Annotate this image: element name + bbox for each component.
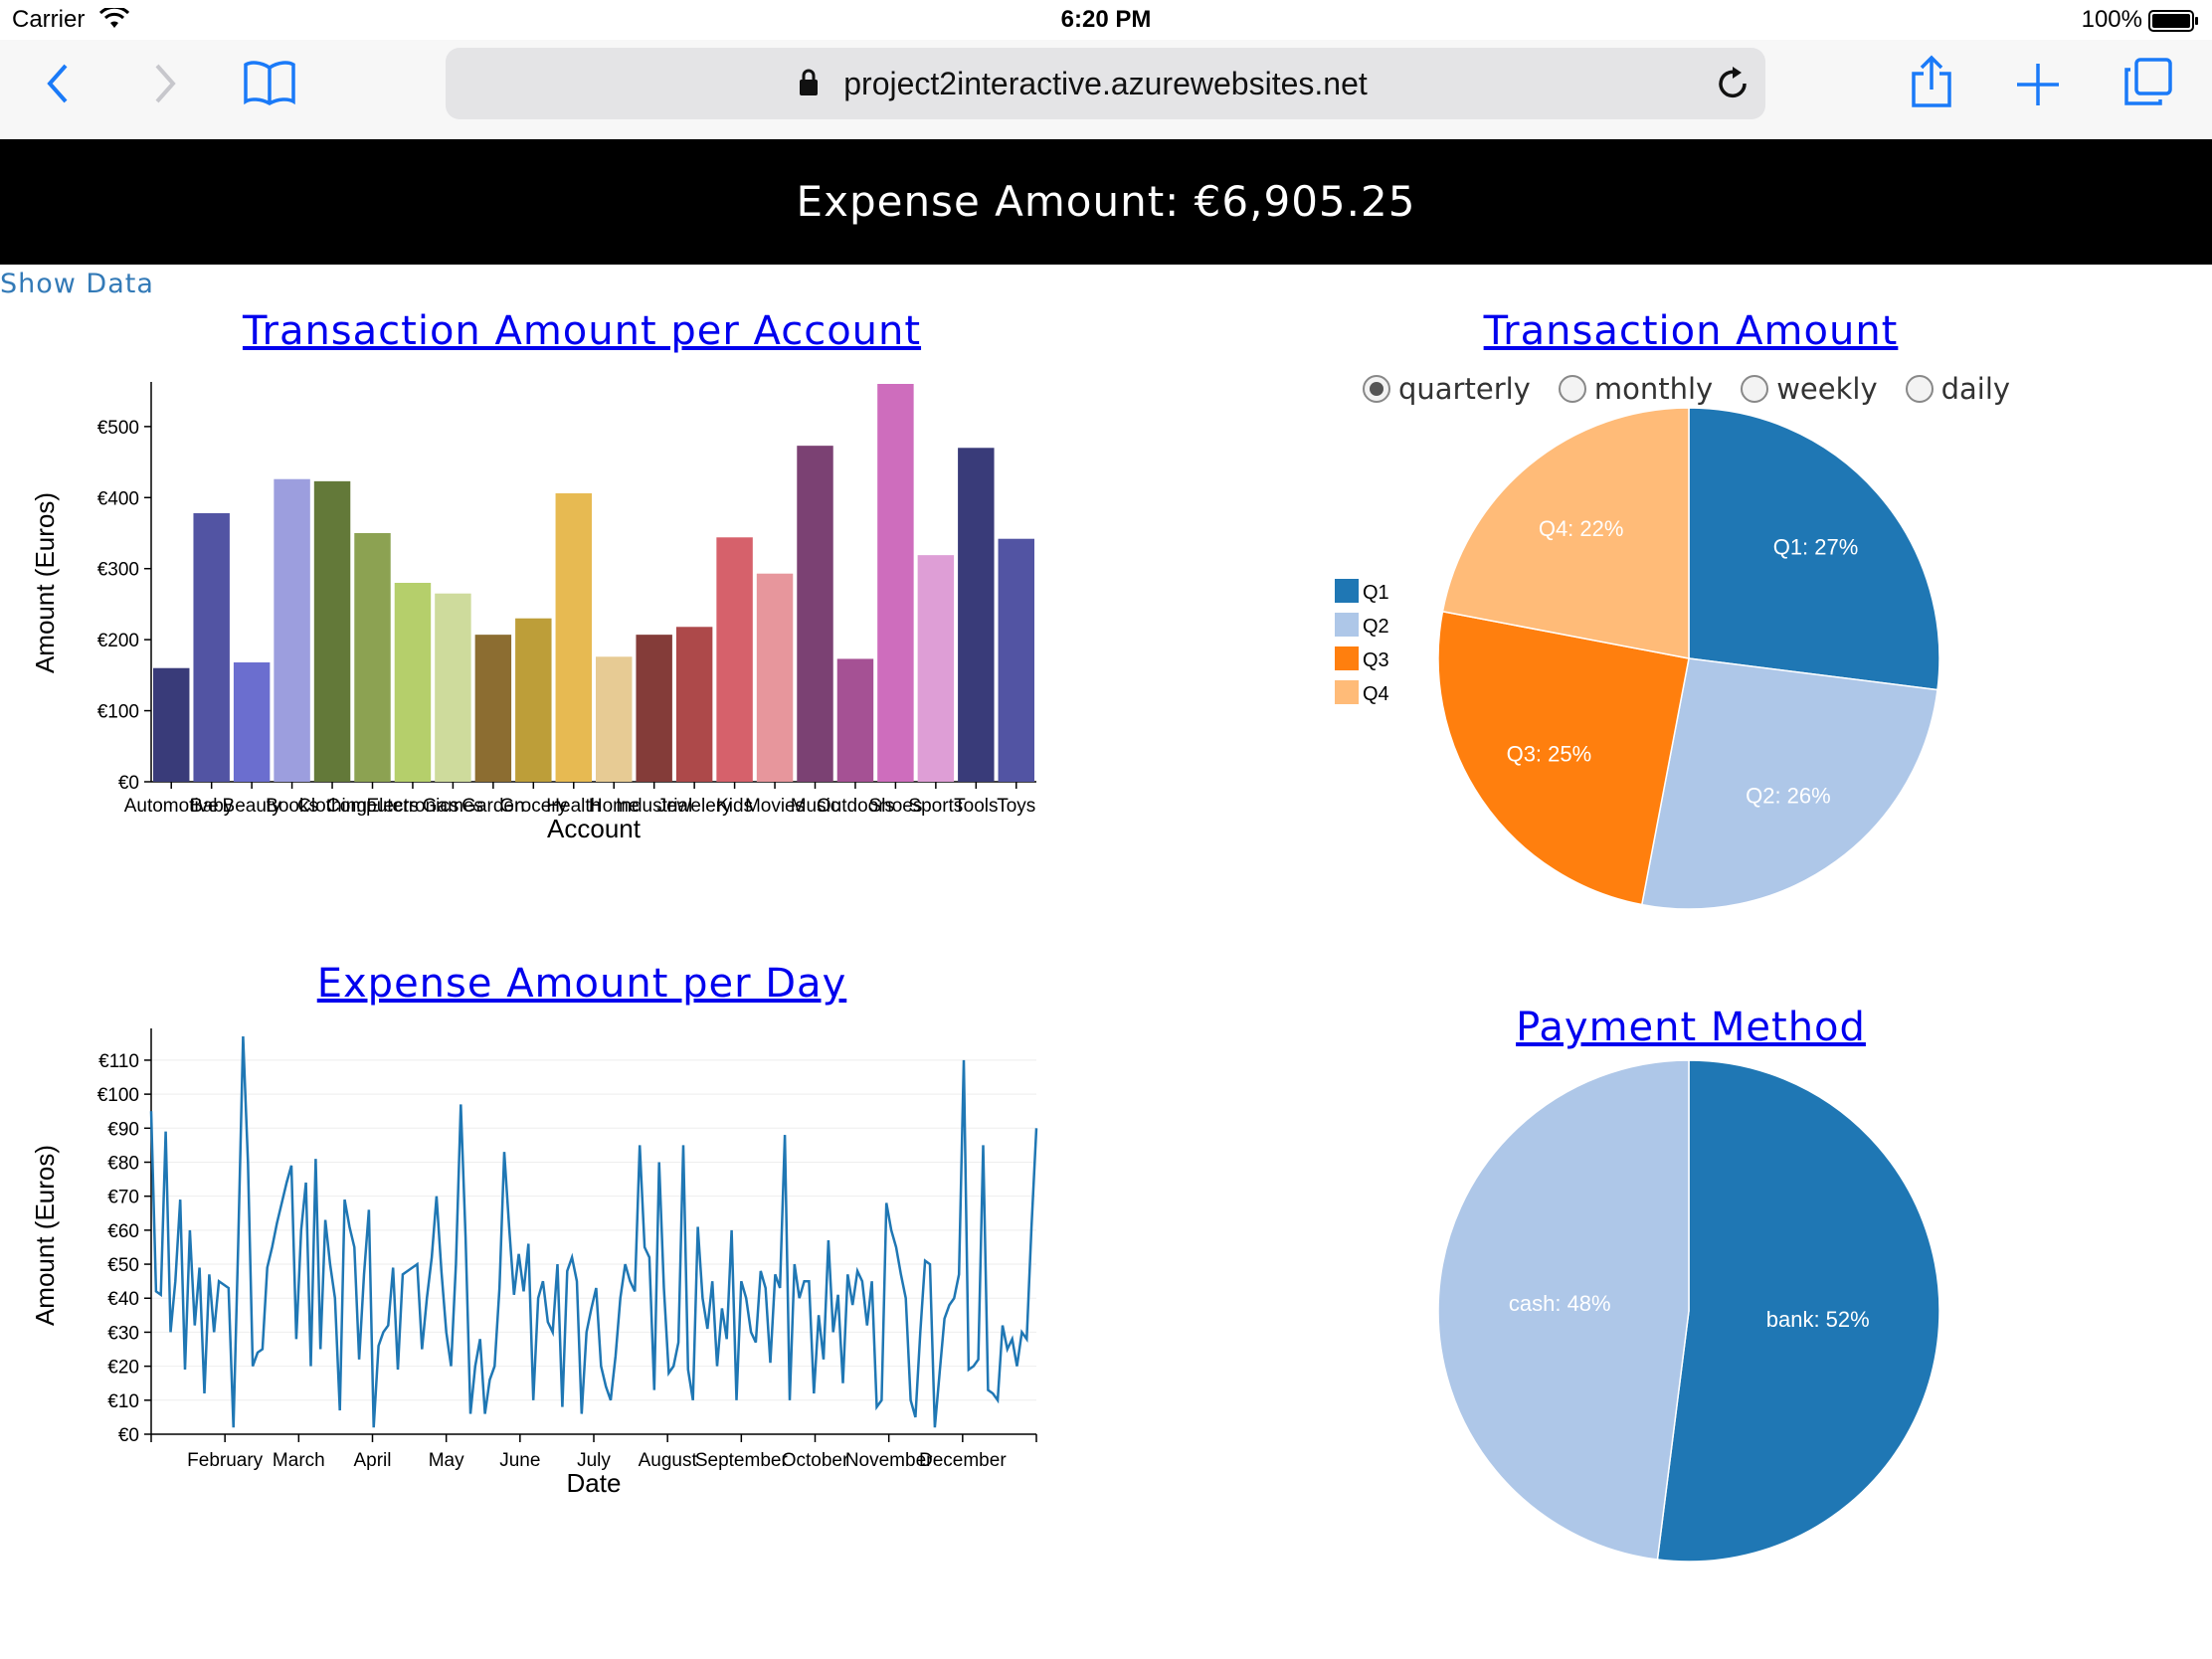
bar-beauty[interactable] [233, 662, 271, 782]
y-tick-label: €80 [107, 1153, 139, 1174]
x-axis-title: Date [567, 1468, 622, 1498]
y-tick-label: €100 [97, 702, 139, 723]
bar-health[interactable] [555, 493, 592, 782]
y-tick-label: €90 [107, 1119, 139, 1140]
share-icon[interactable] [1910, 54, 1953, 109]
bar-clothing[interactable] [313, 480, 351, 782]
legend-swatch-q3 [1335, 646, 1359, 670]
bar-kids[interactable] [716, 537, 753, 782]
x-tick-label: June [499, 1450, 540, 1471]
y-tick-label: €110 [98, 1051, 139, 1072]
legend-swatch-q2 [1335, 613, 1359, 637]
y-tick-label: €300 [97, 560, 139, 581]
show-data-link[interactable]: Show Data [0, 269, 154, 299]
bar-sports[interactable] [917, 555, 955, 782]
x-tick-label: March [273, 1450, 325, 1471]
status-bar: Carrier 6:20 PM 100% [0, 0, 2212, 40]
bar-outdoors[interactable] [836, 658, 874, 782]
battery-percent: 100% [2081, 6, 2142, 33]
quarter-slice-label: Q2: 26% [1746, 784, 1831, 809]
clock: 6:20 PM [1060, 6, 1152, 33]
url-text: project2interactive.azurewebsites.net [843, 66, 1368, 101]
y-tick-label: €70 [107, 1188, 139, 1208]
quarter-slice-label: Q1: 27% [1773, 535, 1859, 560]
bar-computers[interactable] [354, 533, 391, 782]
x-axis-title: Account [547, 814, 642, 843]
y-tick-label: €0 [118, 773, 139, 794]
bar-jewelery[interactable] [675, 627, 713, 782]
bar-movies[interactable] [756, 573, 794, 782]
y-tick-label: €0 [118, 1425, 139, 1446]
payment-pie-chart: bank: 52% cash: 48% [1437, 1059, 1940, 1563]
battery-icon [2148, 10, 2198, 32]
y-tick-label: €60 [107, 1221, 139, 1242]
browser-toolbar: project2interactive.azurewebsites.net [0, 40, 2212, 140]
line-chart-title[interactable]: Expense Amount per Day [149, 961, 1014, 1007]
tabs-icon[interactable] [2122, 56, 2174, 107]
y-axis-title: Amount (Euros) [30, 492, 60, 673]
address-bar[interactable]: project2interactive.azurewebsites.net [446, 48, 1765, 119]
bar-books[interactable] [274, 478, 310, 782]
back-icon[interactable] [44, 62, 72, 105]
bar-automotive[interactable] [153, 667, 190, 782]
y-tick-label: €30 [107, 1323, 139, 1344]
expense-total-banner: Expense Amount: €6,905.25 [0, 139, 2212, 265]
payment-slice-label: bank: 52% [1766, 1307, 1870, 1332]
quarter-pie-title[interactable]: Transaction Amount [1392, 308, 1989, 354]
legend-swatch-q1 [1335, 579, 1359, 603]
quarter-slice-label: Q4: 22% [1539, 516, 1624, 541]
bar-grocery[interactable] [515, 618, 552, 782]
y-axis-title: Amount (Euros) [30, 1145, 60, 1326]
legend-label: Q1 [1363, 582, 1389, 604]
x-tick-label: Toys [997, 796, 1035, 817]
bar-garden[interactable] [474, 635, 512, 782]
x-tick-label: Tools [954, 796, 998, 817]
x-tick-label: February [187, 1450, 264, 1471]
x-tick-label: April [353, 1450, 391, 1471]
y-tick-label: €400 [97, 488, 139, 509]
x-tick-label: December [919, 1450, 1007, 1471]
legend-label: Q2 [1363, 616, 1389, 638]
bar-electronics[interactable] [394, 583, 432, 782]
x-tick-label: August [639, 1450, 698, 1471]
quarter-slice-label: Q3: 25% [1507, 742, 1592, 767]
x-tick-label: October [782, 1450, 849, 1471]
bar-shoes[interactable] [877, 384, 914, 782]
quarter-pie-chart: Q1: 27% Q2: 26% Q3: 25% Q4: 22% Q1 Q2 Q3 Q4 [1335, 407, 1940, 910]
legend-label: Q4 [1363, 683, 1389, 705]
bar-games[interactable] [435, 593, 471, 782]
y-tick-label: €20 [107, 1358, 139, 1379]
x-tick-label: May [429, 1450, 464, 1471]
bar-chart: €0€100€200€300€400€500AutomotiveBabyBeau… [30, 382, 1036, 843]
bar-music[interactable] [797, 446, 833, 782]
new-tab-icon[interactable] [2015, 62, 2061, 107]
reload-icon[interactable] [1715, 64, 1751, 101]
y-tick-label: €500 [97, 418, 139, 439]
y-tick-label: €200 [97, 631, 139, 651]
x-tick-label: September [695, 1450, 789, 1471]
bar-chart-title[interactable]: Transaction Amount per Account [149, 308, 1014, 354]
y-tick-label: €50 [107, 1255, 139, 1276]
legend-swatch-q4 [1335, 680, 1359, 704]
bookmarks-icon[interactable] [243, 60, 296, 105]
y-tick-label: €40 [107, 1289, 139, 1310]
bar-baby[interactable] [193, 513, 230, 782]
y-tick-label: €100 [97, 1085, 139, 1106]
radio-label: daily [1940, 372, 2011, 406]
legend-label: Q3 [1363, 649, 1389, 671]
bar-home[interactable] [596, 656, 633, 782]
bar-tools[interactable] [958, 448, 995, 782]
y-tick-label: €10 [107, 1391, 139, 1412]
line-chart: €0 €10 €20 €30 €40 €50 €60 €70 €80 €90 €100 €110 Feb… [30, 1028, 1038, 1498]
bar-industrial[interactable] [636, 635, 672, 782]
bar-toys[interactable] [998, 538, 1034, 782]
payment-slice-label: cash: 48% [1509, 1291, 1611, 1316]
forward-icon[interactable] [151, 62, 179, 105]
expense-series-line [149, 1035, 1038, 1428]
